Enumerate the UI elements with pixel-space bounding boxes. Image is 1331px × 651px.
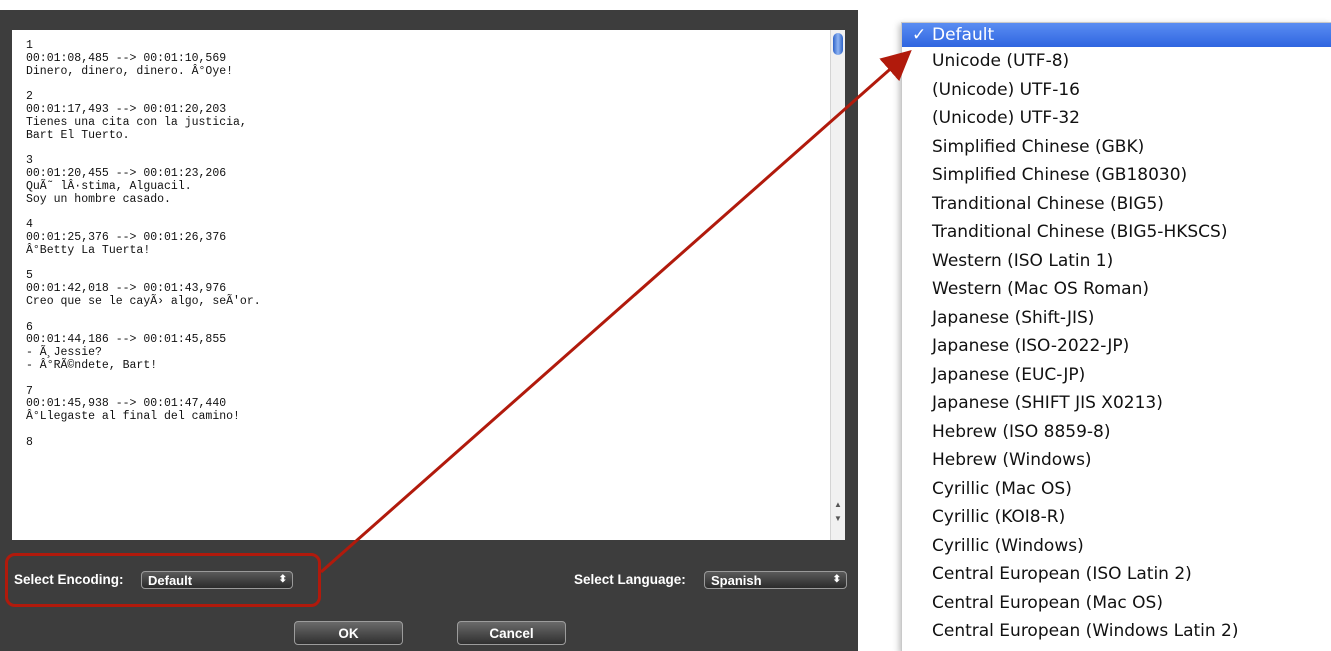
- menu-item-central-european-mac[interactable]: Central European (Mac OS): [902, 589, 1331, 618]
- menu-item-label: Western (Mac OS Roman): [932, 279, 1149, 299]
- select-encoding-label: Select Encoding:: [14, 572, 124, 587]
- menu-item-windows-latin-2[interactable]: Central European (Windows Latin 2): [902, 617, 1331, 646]
- subtitle-preview-area[interactable]: 1 00:01:08,485 --> 00:01:10,569 Dinero, …: [12, 30, 845, 540]
- menu-item-label: Hebrew (ISO 8859-8): [932, 421, 1111, 442]
- menu-item-label: Hebrew (Windows): [932, 450, 1092, 470]
- menu-item-gbk[interactable]: Simplified Chinese (GBK): [902, 133, 1331, 162]
- language-select-value: Spanish: [711, 573, 762, 588]
- menu-item-iso-latin-1[interactable]: Western (ISO Latin 1): [902, 247, 1331, 276]
- menu-item-big5[interactable]: Tranditional Chinese (BIG5): [902, 190, 1331, 219]
- menu-item-default[interactable]: ✓ Default: [902, 23, 1331, 47]
- menu-item-label: (Unicode) UTF-32: [932, 108, 1080, 128]
- menu-item-cyrillic-mac[interactable]: Cyrillic (Mac OS): [902, 475, 1331, 504]
- menu-item-label: Western (ISO Latin 1): [932, 250, 1114, 271]
- menu-item-koi8-r[interactable]: Cyrillic (KOI8-R): [902, 503, 1331, 532]
- select-arrows-icon: ⬍: [832, 574, 841, 585]
- menu-item-utf16[interactable]: (Unicode) UTF-16: [902, 76, 1331, 105]
- menu-item-label: Japanese (EUC-JP): [932, 364, 1086, 385]
- select-language-label: Select Language:: [574, 572, 686, 587]
- menu-item-cyrillic-windows[interactable]: Cyrillic (Windows): [902, 532, 1331, 561]
- menu-item-euc-jp[interactable]: Japanese (EUC-JP): [902, 361, 1331, 390]
- encoding-select[interactable]: Default ⬍: [141, 571, 293, 589]
- menu-item-gb18030[interactable]: Simplified Chinese (GB18030): [902, 161, 1331, 190]
- menu-item-mac-roman[interactable]: Western (Mac OS Roman): [902, 275, 1331, 304]
- vertical-scrollbar[interactable]: ▲ ▼: [830, 30, 845, 540]
- menu-item-label: Japanese (ISO-2022-JP): [932, 336, 1130, 356]
- encoding-dropdown-menu: ✓ Default Unicode (UTF-8) (Unicode) UTF-…: [901, 22, 1331, 651]
- menu-item-big5-hkscs[interactable]: Tranditional Chinese (BIG5-HKSCS): [902, 218, 1331, 247]
- scroll-thumb[interactable]: [833, 33, 843, 55]
- cancel-button[interactable]: Cancel: [457, 621, 566, 645]
- checkmark-icon: ✓: [912, 25, 927, 45]
- menu-item-label: Simplified Chinese (GBK): [932, 136, 1145, 157]
- menu-item-label: Cyrillic (Mac OS): [932, 478, 1072, 499]
- menu-item-label: Default: [932, 25, 995, 45]
- menu-item-label: Tranditional Chinese (BIG5-HKSCS): [932, 222, 1228, 242]
- menu-item-label: Central European (Windows Latin 2): [932, 621, 1239, 641]
- menu-item-label: Unicode (UTF-8): [932, 51, 1070, 71]
- language-select[interactable]: Spanish ⬍: [704, 571, 847, 589]
- ok-button[interactable]: OK: [294, 621, 403, 645]
- menu-item-label: Japanese (Shift-JIS): [932, 307, 1095, 328]
- scroll-down-arrow-icon[interactable]: ▼: [834, 514, 842, 524]
- menu-item-label: Central European (ISO Latin 2): [932, 564, 1192, 584]
- menu-item-label: Simplified Chinese (GB18030): [932, 165, 1188, 185]
- menu-item-label: Central European (Mac OS): [932, 592, 1163, 613]
- subtitle-encoding-dialog: 1 00:01:08,485 --> 00:01:10,569 Dinero, …: [0, 10, 858, 651]
- menu-item-utf32[interactable]: (Unicode) UTF-32: [902, 104, 1331, 133]
- screenshot-root: 1 00:01:08,485 --> 00:01:10,569 Dinero, …: [0, 0, 1331, 651]
- encoding-select-value: Default: [148, 573, 193, 588]
- scroll-up-arrow-icon[interactable]: ▲: [834, 500, 842, 510]
- menu-item-iso-latin-2[interactable]: Central European (ISO Latin 2): [902, 560, 1331, 589]
- menu-item-hebrew-windows[interactable]: Hebrew (Windows): [902, 446, 1331, 475]
- menu-item-label: Tranditional Chinese (BIG5): [932, 193, 1164, 214]
- menu-item-shift-jis[interactable]: Japanese (Shift-JIS): [902, 304, 1331, 333]
- menu-item-iso-2022-jp[interactable]: Japanese (ISO-2022-JP): [902, 332, 1331, 361]
- menu-item-label: (Unicode) UTF-16: [932, 79, 1080, 100]
- menu-item-label: Japanese (SHIFT JIS X0213): [932, 393, 1163, 413]
- subtitle-preview-text: 1 00:01:08,485 --> 00:01:10,569 Dinero, …: [26, 39, 261, 449]
- menu-item-label: Cyrillic (KOI8-R): [932, 507, 1066, 527]
- dialog-bottom-bar: Select Encoding: Default ⬍ Select Langua…: [0, 540, 858, 651]
- menu-item-label: Cyrillic (Windows): [932, 535, 1084, 556]
- menu-item-utf8[interactable]: Unicode (UTF-8): [902, 47, 1331, 76]
- select-arrows-icon: ⬍: [278, 574, 287, 585]
- menu-item-iso-8859-8[interactable]: Hebrew (ISO 8859-8): [902, 418, 1331, 447]
- menu-item-shift-jis-x0213[interactable]: Japanese (SHIFT JIS X0213): [902, 389, 1331, 418]
